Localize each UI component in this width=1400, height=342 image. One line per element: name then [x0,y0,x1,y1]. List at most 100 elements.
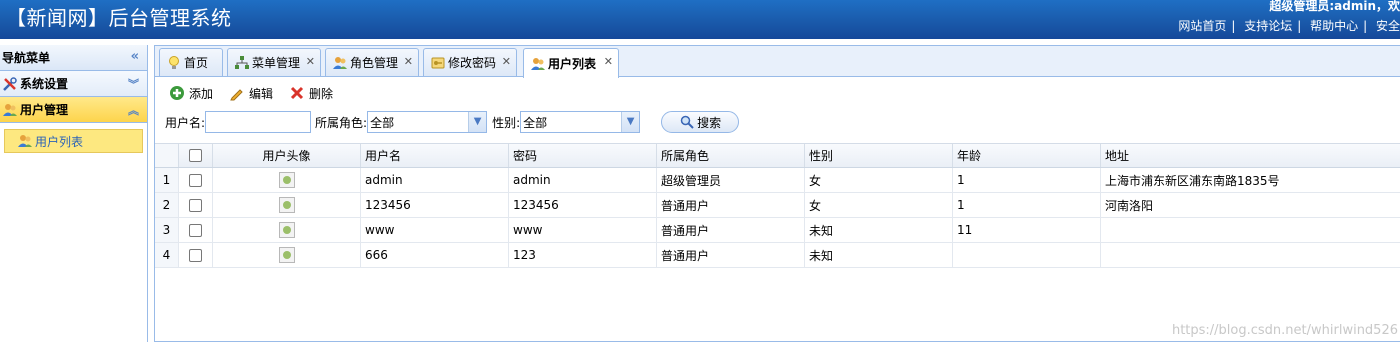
password-cell: www [509,218,657,242]
chevron-down-icon[interactable]: ▼ [468,112,487,132]
select-all-checkbox[interactable] [189,149,202,162]
users-icon [2,102,18,118]
sidebar-body: 用户列表 [0,123,147,159]
bulb-icon [166,55,182,71]
sex-label: 性别: [492,115,521,130]
top-header: 【新闻网】后台管理系统 超级管理员:admin，欢 网站首页 | 支持论坛 | 帮助… [0,0,1400,39]
chevron-down-icon[interactable]: ▼ [621,112,640,132]
sex-select-value: 全部 [523,115,548,130]
row-number-header [155,144,179,167]
link-security[interactable]: 安全 [1376,17,1400,34]
table-row[interactable]: 2 123456 123456 普通用户 女 1 河南洛阳 [155,193,1400,218]
password-cell: 123456 [509,193,657,217]
row-checkbox[interactable] [189,173,202,187]
age-cell [953,243,1101,267]
broken-image-icon [278,222,295,238]
app-title: 【新闻网】后台管理系统 [6,6,232,30]
search-icon [679,114,695,130]
accordion-system-settings[interactable]: 系统设置 ︾ [0,71,147,97]
table-row[interactable]: 3 www www 普通用户 未知 11 [155,218,1400,243]
sex-cell: 女 [805,168,953,192]
table-row[interactable]: 4 666 123 普通用户 未知 [155,243,1400,268]
link-site-home[interactable]: 网站首页 [1178,17,1226,34]
sex-cell: 未知 [805,243,953,267]
delete-button[interactable]: 删除 [289,85,333,102]
age-cell: 1 [953,168,1101,192]
sidebar-item-user-list[interactable]: 用户列表 [4,129,143,153]
role-select[interactable]: 全部 ▼ [367,111,488,133]
close-icon[interactable]: ✕ [604,55,613,68]
chevron-down-icon[interactable]: ︾ [128,76,139,92]
avatar-cell [213,168,361,192]
row-checkbox[interactable] [189,223,202,237]
edit-label: 编辑 [249,86,274,101]
row-checkbox-cell [179,243,213,267]
collapse-left-icon[interactable]: « [131,49,139,64]
tab-label: 用户列表 [548,57,597,71]
row-number: 4 [155,243,179,267]
age-cell: 11 [953,218,1101,242]
role-cell: 普通用户 [657,193,805,217]
close-icon[interactable]: ✕ [404,55,413,68]
role-select-value: 全部 [370,115,395,130]
broken-image-icon [278,172,295,188]
sex-cell: 未知 [805,218,953,242]
row-checkbox-cell [179,218,213,242]
tab-label: 角色管理 [350,56,399,70]
column-header-password[interactable]: 密码 [509,144,657,167]
tab-user-list[interactable]: 用户列表 ✕ [523,48,619,78]
column-header-username[interactable]: 用户名 [361,144,509,167]
link-forum[interactable]: 支持论坛 [1244,17,1292,34]
edit-button[interactable]: 编辑 [229,85,273,102]
chevron-up-icon[interactable]: ︽ [128,102,139,118]
column-header-address[interactable]: 地址 [1101,144,1400,167]
address-cell [1101,243,1400,267]
header-links: 网站首页 | 支持论坛 | 帮助中心 | 安全 [1178,17,1400,34]
select-all-checkbox-cell [179,144,213,167]
accordion-user-management[interactable]: 用户管理 ︽ [0,97,147,123]
close-icon[interactable]: ✕ [306,55,315,68]
sex-select[interactable]: 全部 ▼ [520,111,641,133]
link-help[interactable]: 帮助中心 [1310,17,1358,34]
tab-role-management[interactable]: 角色管理 ✕ [325,48,419,76]
tab-home[interactable]: 首页 [159,48,223,76]
delete-x-icon [289,85,305,101]
row-number: 1 [155,168,179,192]
avatar-cell [213,193,361,217]
tree-icon [234,55,250,71]
key-icon [430,55,446,71]
column-header-role[interactable]: 所属角色 [657,144,805,167]
column-header-avatar[interactable]: 用户头像 [213,144,361,167]
tools-icon [2,76,18,92]
search-button[interactable]: 搜索 [661,111,740,133]
toolbar: 添加 编辑 删除 [155,77,1400,109]
plus-icon [169,85,185,101]
row-checkbox[interactable] [189,198,202,212]
address-cell [1101,218,1400,242]
broken-image-icon [278,247,295,263]
age-cell: 1 [953,193,1101,217]
row-checkbox[interactable] [189,248,202,262]
role-cell: 超级管理员 [657,168,805,192]
tab-change-password[interactable]: 修改密码 ✕ [423,48,517,76]
table-row[interactable]: 1 admin admin 超级管理员 女 1 上海市浦东新区浦东南路1835号 [155,168,1400,193]
username-input[interactable] [205,111,312,133]
sex-cell: 女 [805,193,953,217]
users-icon [332,55,348,71]
close-icon[interactable]: ✕ [502,55,511,68]
users-icon [17,133,33,149]
accordion-label: 用户管理 [20,103,69,117]
username-cell: 666 [361,243,509,267]
delete-label: 删除 [309,86,334,101]
column-header-age[interactable]: 年龄 [953,144,1101,167]
pencil-icon [229,85,245,101]
add-button[interactable]: 添加 [169,85,213,102]
role-label: 所属角色: [315,115,368,130]
tab-menu-management[interactable]: 菜单管理 ✕ [227,48,321,76]
password-cell: 123 [509,243,657,267]
user-grid: 用户头像 用户名 密码 所属角色 性别 年龄 地址 1 admin admin … [155,143,1400,268]
main-panel: 首页 菜单管理 ✕ 角色管理 ✕ 修改密码 ✕ 用户列表 ✕ 添加 编辑 删除 … [154,45,1400,342]
welcome-text: 超级管理员:admin，欢 [1269,0,1400,13]
avatar-cell [213,218,361,242]
column-header-sex[interactable]: 性别 [805,144,953,167]
